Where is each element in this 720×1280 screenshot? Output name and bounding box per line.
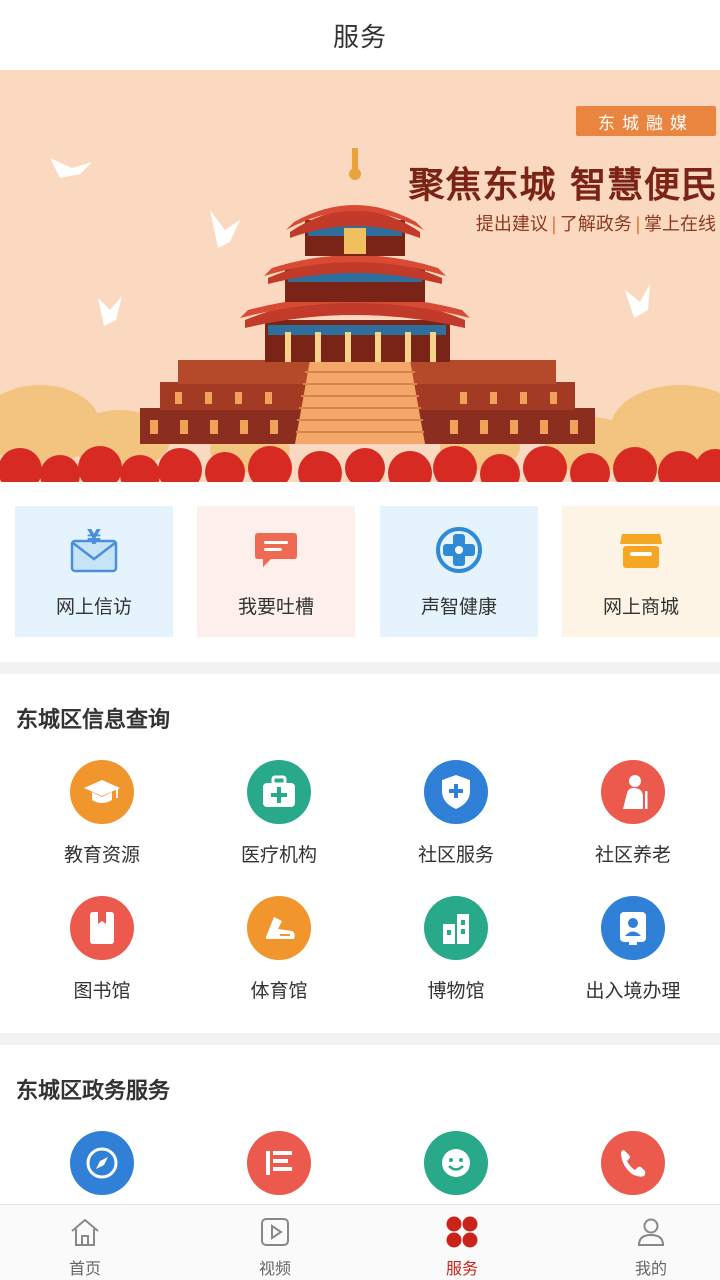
list-icon [247,1131,311,1195]
banner-subtitle: 提出建议 | 了解政务 | 掌上在线 [475,214,716,235]
tab-label: 服务 [445,1259,478,1278]
user-icon [634,1215,668,1249]
graduation-cap-icon [70,760,134,824]
banner-headline: 聚焦东城 智慧便民 [408,165,718,206]
id-card-icon [601,896,665,960]
grid-item-label: 体育馆 [250,980,308,1002]
building-icon [424,896,488,960]
sneaker-icon [247,896,311,960]
banner-subtitle-item: 提出建议 [475,214,548,235]
video-icon [258,1215,292,1249]
services-icon [445,1215,479,1249]
grid-item-education[interactable]: 教育资源 [12,760,192,880]
header-bar: 服务 [0,0,720,70]
health-cross-icon [433,524,485,576]
shop-icon [615,524,667,576]
grid-item-museum[interactable]: 博物馆 [366,896,546,1016]
grid-item-elderly[interactable]: 社区养老 [543,760,720,880]
grid-item-label: 出入境办理 [585,980,681,1002]
grid-item-label: 社区服务 [417,844,494,866]
home-icon [68,1215,102,1249]
smile-icon [424,1131,488,1195]
grid-item-medical[interactable]: 医疗机构 [189,760,369,880]
elderly-icon [601,760,665,824]
bottom-tab-bar: 首页 视频 服务 我的 [0,1204,720,1280]
quick-link-health[interactable]: 声智健康 [380,506,538,637]
tab-profile[interactable]: 我的 [561,1205,720,1280]
brand-badge: 东城融媒 [576,106,716,136]
grid-item-community[interactable]: 社区服务 [366,760,546,880]
compass-icon [70,1131,134,1195]
shield-plus-icon [424,760,488,824]
phone-icon [601,1131,665,1195]
quick-link-label: 声智健康 [420,596,497,618]
quick-link-label: 我要吐槽 [237,596,314,618]
quick-link-petition[interactable]: ¥ 网上信访 [15,506,173,637]
tab-services[interactable]: 服务 [372,1205,552,1280]
mail-yen-icon: ¥ [68,524,120,576]
grid-item-library[interactable]: 图书馆 [12,896,192,1016]
book-icon [70,896,134,960]
quick-link-label: 网上信访 [55,596,132,618]
tab-label: 视频 [258,1259,291,1278]
tab-video[interactable]: 视频 [185,1205,365,1280]
section-divider [0,662,720,674]
quick-link-complain[interactable]: 我要吐槽 [197,506,355,637]
chat-bubble-icon [250,524,302,576]
grid-item-immigration[interactable]: 出入境办理 [543,896,720,1016]
medical-kit-icon [247,760,311,824]
promo-banner[interactable]: 东城融媒 聚焦东城 智慧便民 提出建议 | 了解政务 | 掌上在线 [0,70,720,482]
grid-item-label: 社区养老 [594,844,671,866]
quick-link-label: 网上商城 [602,596,679,618]
section-divider [0,1033,720,1045]
tab-label: 我的 [634,1259,667,1278]
gov-section-title: 东城区政务服务 [16,1079,171,1104]
page-title: 服务 [332,22,387,53]
info-section-title: 东城区信息查询 [16,708,171,733]
banner-subtitle-item: 了解政务 [559,214,632,235]
grid-item-label: 医疗机构 [240,844,317,866]
grid-item-label: 教育资源 [63,844,140,866]
grid-item-label: 图书馆 [73,980,131,1002]
tab-label: 首页 [68,1259,101,1278]
tab-home[interactable]: 首页 [0,1205,175,1280]
grid-item-gym[interactable]: 体育馆 [189,896,369,1016]
grid-item-label: 博物馆 [427,980,485,1002]
quick-link-shop[interactable]: 网上商城 [562,506,720,637]
quick-links: ¥ 网上信访 我要吐槽 声智健康 网上商城 [0,506,720,638]
banner-subtitle-item: 掌上在线 [644,214,716,235]
svg-text:¥: ¥ [87,527,101,549]
